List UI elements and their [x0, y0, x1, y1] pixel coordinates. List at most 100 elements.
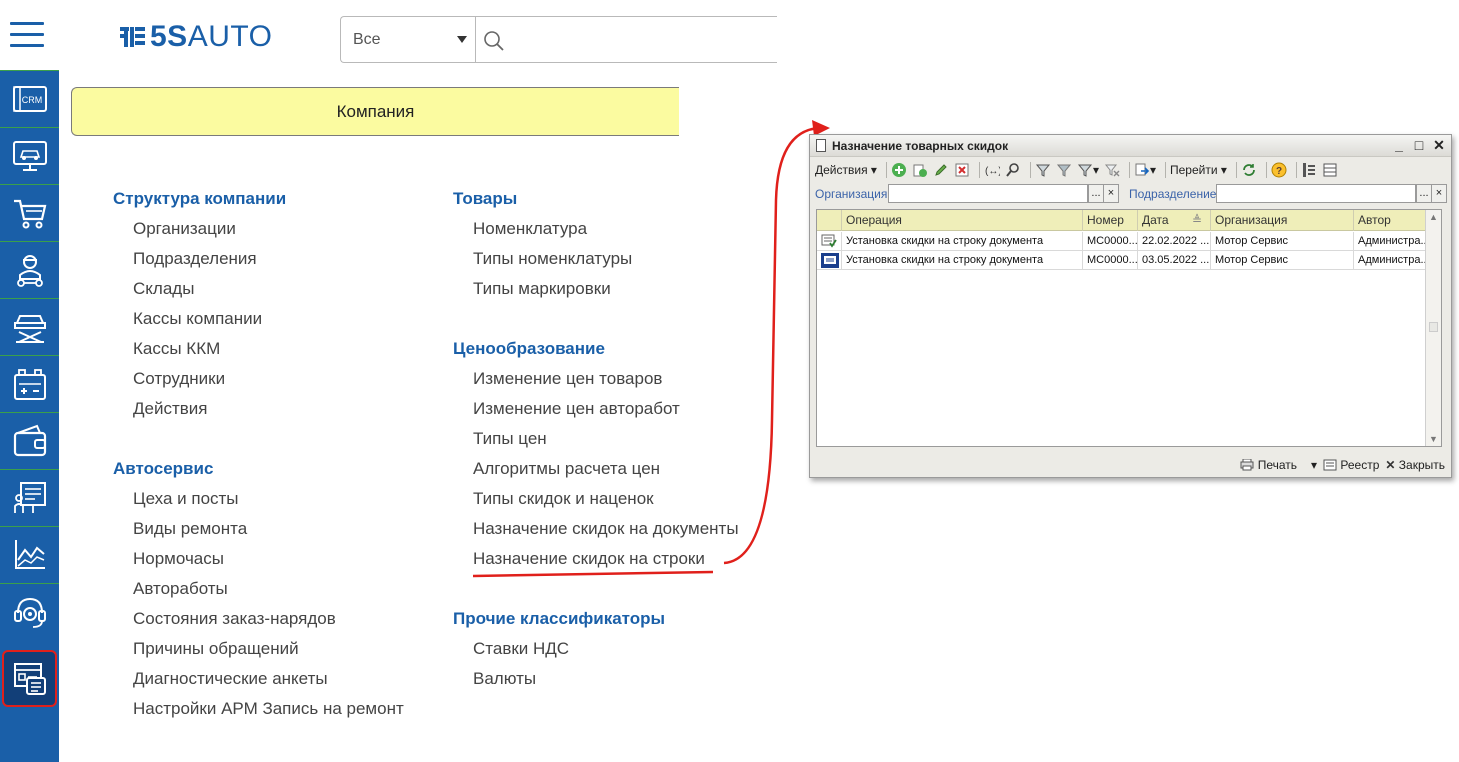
menu-item-kkm-cash[interactable]: Кассы ККМ [133, 339, 220, 359]
section-title-other-classifiers: Прочие классификаторы [453, 609, 666, 628]
sidebar-item-car-lift[interactable] [0, 298, 59, 355]
menu-item-goods-price-change[interactable]: Изменение цен товаров [473, 369, 662, 389]
find-button[interactable] [1005, 160, 1021, 180]
print-button[interactable]: Печать [1240, 458, 1297, 472]
dept-filter-clear-button[interactable]: × [1431, 184, 1447, 203]
add-button[interactable] [891, 160, 907, 180]
copy-button[interactable] [912, 160, 928, 180]
table-row[interactable]: Установка скидки на строку документа МС0… [817, 232, 1427, 251]
car-lift-icon [13, 315, 46, 343]
column-header-number[interactable]: Номер [1082, 210, 1137, 231]
scroll-up-icon[interactable]: ▲ [1429, 212, 1438, 222]
logo-text: 5SAUTO [150, 20, 273, 53]
menu-item-doc-discounts[interactable]: Назначение скидок на документы [473, 519, 739, 539]
sidebar-item-mechanic[interactable] [0, 241, 59, 298]
dept-filter-select-button[interactable]: ... [1416, 184, 1432, 203]
list-settings-icon [1323, 163, 1337, 177]
sidebar-item-crm[interactable]: CRM [0, 70, 59, 127]
menu-item-workshops[interactable]: Цеха и посты [133, 489, 239, 509]
help-button[interactable]: ? [1271, 160, 1287, 180]
cell-organization: Мотор Сервис [1210, 232, 1353, 251]
based-on-button[interactable]: ▾ [1134, 160, 1156, 180]
menu-item-marking-types[interactable]: Типы маркировки [473, 279, 611, 299]
minimize-button[interactable]: _ [1391, 137, 1407, 153]
menu-item-organizations[interactable]: Организации [133, 219, 236, 239]
interval-button[interactable]: (↔) [984, 160, 1000, 180]
goto-menu-button[interactable]: Перейти ▾ [1170, 160, 1227, 180]
hierarchy-button[interactable] [1301, 160, 1317, 180]
registry-button[interactable]: Реестр [1323, 458, 1379, 472]
support-icon [13, 597, 46, 628]
sidebar: CRM [0, 70, 59, 762]
maximize-button[interactable]: □ [1411, 137, 1427, 153]
print-dropdown-button[interactable]: ▾ [1311, 458, 1317, 472]
company-section-header: Компания [71, 87, 679, 136]
scroll-down-icon[interactable]: ▼ [1429, 434, 1438, 444]
menu-item-diagnostic-forms[interactable]: Диагностические анкеты [133, 669, 328, 689]
dept-filter-label: Подразделение: [1129, 187, 1220, 201]
menu-item-line-discounts[interactable]: Назначение скидок на строки [473, 549, 705, 569]
refresh-button[interactable] [1241, 160, 1257, 180]
cell-operation: Установка скидки на строку документа [841, 251, 1082, 270]
scroll-thumb[interactable] [1429, 322, 1438, 332]
table-row[interactable]: Установка скидки на строку документа МС0… [817, 251, 1427, 270]
logo-icon [120, 27, 145, 47]
window-toolbar: Действия ▾ (↔) ▾ ▾ Перейти ▾ ? [810, 158, 1451, 182]
menu-item-currencies[interactable]: Валюты [473, 669, 536, 689]
org-filter-clear-button[interactable]: × [1103, 184, 1119, 203]
sidebar-item-reference[interactable] [2, 650, 57, 707]
menu-item-warehouses[interactable]: Склады [133, 279, 194, 299]
column-header-icon [817, 210, 841, 231]
column-header-operation[interactable]: Операция [841, 210, 1082, 231]
menu-item-nomenclature[interactable]: Номенклатура [473, 219, 587, 239]
filter-history-button[interactable]: ▾ [1077, 160, 1099, 180]
column-header-date[interactable]: Дата ≜ [1137, 210, 1210, 231]
column-header-organization[interactable]: Организация [1210, 210, 1353, 231]
list-settings-button[interactable] [1322, 160, 1338, 180]
menu-item-work-price-change[interactable]: Изменение цен авторабот [473, 399, 680, 419]
menu-item-departments[interactable]: Подразделения [133, 249, 257, 269]
org-filter-input[interactable] [888, 184, 1088, 203]
filter-button[interactable] [1035, 160, 1051, 180]
menu-item-price-types[interactable]: Типы цен [473, 429, 547, 449]
search-input[interactable] [476, 17, 777, 62]
help-icon: ? [1271, 162, 1287, 178]
menu-item-arm-settings[interactable]: Настройки АРМ Запись на ремонт [133, 699, 404, 719]
hierarchy-icon [1302, 163, 1315, 177]
edit-button[interactable] [933, 160, 949, 180]
registry-icon [1323, 459, 1337, 471]
sidebar-item-battery[interactable] [0, 355, 59, 412]
menu-item-employees[interactable]: Сотрудники [133, 369, 225, 389]
delete-button[interactable] [954, 160, 970, 180]
column-header-author[interactable]: Автор [1353, 210, 1427, 231]
menu-item-request-reasons[interactable]: Причины обращений [133, 639, 299, 659]
menu-item-price-algorithms[interactable]: Алгоритмы расчета цен [473, 459, 660, 479]
sidebar-item-monitor-car[interactable] [0, 127, 59, 184]
menu-item-vat-rates[interactable]: Ставки НДС [473, 639, 569, 659]
sidebar-item-presentation[interactable] [0, 469, 59, 526]
sort-asc-icon: ≜ [1191, 213, 1202, 227]
menu-item-discount-types[interactable]: Типы скидок и наценок [473, 489, 654, 509]
dept-filter-input[interactable] [1216, 184, 1416, 203]
sidebar-item-cart[interactable] [0, 184, 59, 241]
menu-item-company-cash[interactable]: Кассы компании [133, 309, 262, 329]
search-scope-select[interactable]: Все [341, 17, 476, 62]
hamburger-menu-button[interactable] [10, 22, 44, 48]
close-button[interactable]: ✕ Закрыть [1385, 458, 1445, 472]
delete-icon [955, 163, 969, 177]
menu-item-actions[interactable]: Действия [133, 399, 207, 419]
close-window-button[interactable]: ✕ [1431, 137, 1447, 153]
menu-item-order-states[interactable]: Состояния заказ-нарядов [133, 609, 336, 629]
sidebar-item-support[interactable] [0, 583, 59, 640]
menu-item-auto-works[interactable]: Автоработы [133, 579, 228, 599]
sidebar-item-chart[interactable] [0, 526, 59, 583]
sidebar-item-wallet[interactable] [0, 412, 59, 469]
menu-item-nomenclature-types[interactable]: Типы номенклатуры [473, 249, 632, 269]
actions-menu-button[interactable]: Действия ▾ [815, 160, 877, 180]
filter-by-value-button[interactable] [1056, 160, 1072, 180]
org-filter-select-button[interactable]: ... [1088, 184, 1104, 203]
menu-item-norm-hours[interactable]: Нормочасы [133, 549, 224, 569]
vertical-scrollbar[interactable]: ▲ ▼ [1425, 210, 1441, 446]
clear-filter-button[interactable] [1104, 160, 1120, 180]
menu-item-repair-types[interactable]: Виды ремонта [133, 519, 247, 539]
